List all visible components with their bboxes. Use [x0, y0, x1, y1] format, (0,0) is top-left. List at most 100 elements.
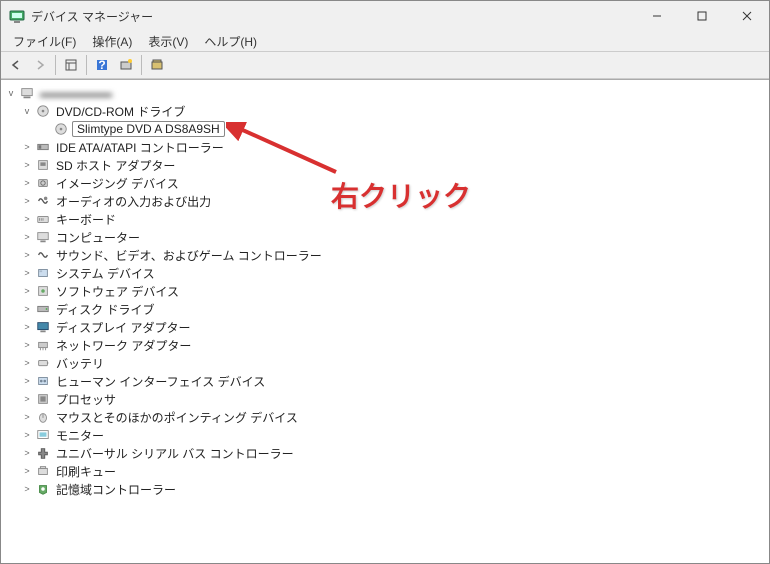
- category-label: プロセッサ: [54, 391, 118, 408]
- tree-category[interactable]: > オーディオの入力および出力: [1, 192, 769, 210]
- tree-category[interactable]: > サウンド、ビデオ、およびゲーム コントローラー: [1, 246, 769, 264]
- device-category-icon: [35, 373, 51, 389]
- root-label: ▬▬▬▬▬▬: [38, 86, 114, 100]
- menu-file[interactable]: ファイル(F): [5, 31, 84, 52]
- device-category-icon: [35, 355, 51, 371]
- expander-icon[interactable]: >: [21, 196, 33, 206]
- expander-icon[interactable]: >: [21, 484, 33, 494]
- tree-category[interactable]: > ディスク ドライブ: [1, 300, 769, 318]
- scan-hardware-button[interactable]: [115, 54, 137, 76]
- tree-category[interactable]: > ユニバーサル シリアル バス コントローラー: [1, 444, 769, 462]
- menu-view[interactable]: 表示(V): [140, 31, 196, 52]
- expander-icon[interactable]: >: [21, 358, 33, 368]
- tree-category[interactable]: > モニター: [1, 426, 769, 444]
- device-category-icon: [35, 229, 51, 245]
- tree-category[interactable]: > ヒューマン インターフェイス デバイス: [1, 372, 769, 390]
- category-label: マウスとそのほかのポインティング デバイス: [54, 409, 300, 426]
- tree-category[interactable]: > プロセッサ: [1, 390, 769, 408]
- tree-category[interactable]: >コンピューター: [1, 228, 769, 246]
- tree-category-dvd[interactable]: v DVD/CD-ROM ドライブ: [1, 102, 769, 120]
- expander-icon[interactable]: >: [21, 394, 33, 404]
- category-label: SD ホスト アダプター: [54, 157, 177, 174]
- menu-help[interactable]: ヘルプ(H): [196, 31, 265, 52]
- device-category-icon: [35, 301, 51, 317]
- help-button[interactable]: ?: [91, 54, 113, 76]
- window-controls: [634, 2, 769, 31]
- dvd-drive-icon: [35, 103, 51, 119]
- app-icon: [9, 8, 25, 24]
- tree-category[interactable]: > 印刷キュー: [1, 462, 769, 480]
- category-label: システム デバイス: [54, 265, 157, 282]
- device-category-icon: [35, 265, 51, 281]
- category-label: 印刷キュー: [54, 463, 118, 480]
- category-label: ディスク ドライブ: [54, 301, 157, 318]
- tree-category[interactable]: > SD ホスト アダプター: [1, 156, 769, 174]
- tree-category[interactable]: > マウスとそのほかのポインティング デバイス: [1, 408, 769, 426]
- dvd-drive-icon: [53, 121, 69, 137]
- tree-category[interactable]: > ディスプレイ アダプター: [1, 318, 769, 336]
- minimize-button[interactable]: [634, 2, 679, 31]
- device-category-icon: [35, 337, 51, 353]
- tree-device-selected[interactable]: Slimtype DVD A DS8A9SH: [1, 120, 769, 138]
- expander-icon[interactable]: v: [21, 106, 33, 116]
- device-category-icon: [35, 391, 51, 407]
- expander-icon[interactable]: v: [5, 88, 17, 98]
- expander-icon[interactable]: >: [21, 412, 33, 422]
- category-label: 記憶域コントローラー: [54, 481, 178, 498]
- menu-action[interactable]: 操作(A): [84, 31, 140, 52]
- tree-category[interactable]: > バッテリ: [1, 354, 769, 372]
- category-label: バッテリ: [54, 355, 106, 372]
- close-button[interactable]: [724, 2, 769, 31]
- tree-category[interactable]: >イメージング デバイス: [1, 174, 769, 192]
- expander-icon[interactable]: >: [21, 268, 33, 278]
- expander-icon[interactable]: >: [21, 340, 33, 350]
- category-label: ディスプレイ アダプター: [54, 319, 193, 336]
- device-category-icon: [35, 211, 51, 227]
- menubar: ファイル(F) 操作(A) 表示(V) ヘルプ(H): [1, 31, 769, 51]
- expander-icon[interactable]: >: [21, 160, 33, 170]
- expander-icon[interactable]: >: [21, 322, 33, 332]
- forward-button[interactable]: [29, 54, 51, 76]
- separator: [55, 55, 56, 75]
- expander-icon[interactable]: >: [21, 214, 33, 224]
- expander-icon[interactable]: >: [21, 304, 33, 314]
- tree-category[interactable]: >ネットワーク アダプター: [1, 336, 769, 354]
- expander-icon[interactable]: >: [21, 232, 33, 242]
- expander-icon[interactable]: >: [21, 178, 33, 188]
- expander-icon[interactable]: >: [21, 448, 33, 458]
- separator: [86, 55, 87, 75]
- tree-root[interactable]: v ▬▬▬▬▬▬: [1, 84, 769, 102]
- device-category-icon: [35, 445, 51, 461]
- device-category-icon: [35, 157, 51, 173]
- device-manager-window: デバイス マネージャー ファイル(F) 操作(A) 表示(V) ヘルプ(H) ?…: [0, 0, 770, 564]
- device-category-icon: [35, 409, 51, 425]
- device-label: Slimtype DVD A DS8A9SH: [72, 121, 225, 137]
- expander-icon[interactable]: >: [21, 466, 33, 476]
- expander-icon[interactable]: >: [21, 250, 33, 260]
- show-hide-tree-button[interactable]: [60, 54, 82, 76]
- tree-category[interactable]: > システム デバイス: [1, 264, 769, 282]
- category-label: オーディオの入力および出力: [54, 193, 213, 210]
- tree-category[interactable]: > 記憶域コントローラー: [1, 480, 769, 498]
- device-category-icon: [35, 139, 51, 155]
- toolbar: ?: [1, 51, 769, 79]
- category-label: ユニバーサル シリアル バス コントローラー: [54, 445, 296, 462]
- window-title: デバイス マネージャー: [31, 8, 634, 25]
- properties-button[interactable]: [146, 54, 168, 76]
- maximize-button[interactable]: [679, 2, 724, 31]
- tree-category[interactable]: >キーボード: [1, 210, 769, 228]
- category-label: モニター: [54, 427, 106, 444]
- expander-icon[interactable]: >: [21, 376, 33, 386]
- back-button[interactable]: [5, 54, 27, 76]
- separator: [141, 55, 142, 75]
- expander-icon[interactable]: >: [21, 430, 33, 440]
- device-category-icon: [35, 427, 51, 443]
- device-tree[interactable]: v ▬▬▬▬▬▬ v DVD/CD-ROM ドライブ Slimtype DVD …: [1, 79, 769, 563]
- expander-icon[interactable]: >: [21, 286, 33, 296]
- tree-category[interactable]: >ソフトウェア デバイス: [1, 282, 769, 300]
- expander-icon[interactable]: >: [21, 142, 33, 152]
- category-label: ヒューマン インターフェイス デバイス: [54, 373, 267, 390]
- category-label: サウンド、ビデオ、およびゲーム コントローラー: [54, 247, 324, 264]
- device-category-icon: [35, 463, 51, 479]
- tree-category[interactable]: >IDE ATA/ATAPI コントローラー: [1, 138, 769, 156]
